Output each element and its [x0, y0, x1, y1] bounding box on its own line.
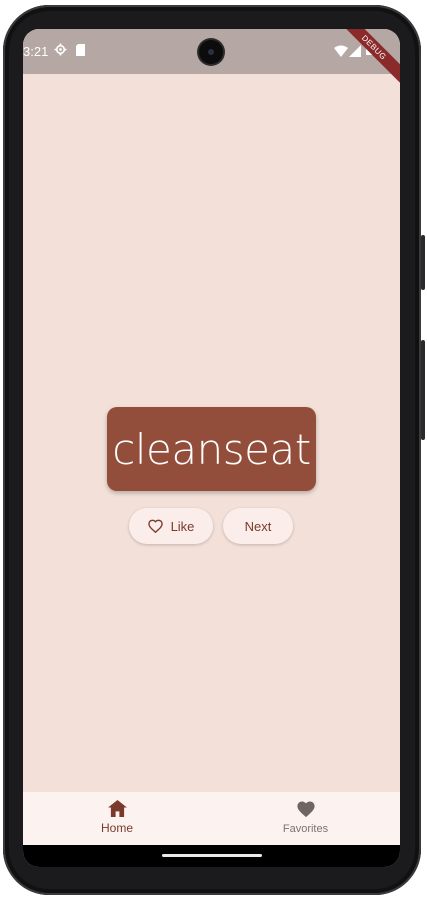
word-pair-text: cleanseat: [112, 424, 311, 474]
heart-icon: [296, 800, 316, 818]
signal-icon: [349, 44, 361, 62]
bottom-navigation-bar: Home Favorites: [23, 792, 400, 845]
volume-button: [421, 235, 425, 290]
sim-card-icon: [75, 43, 86, 61]
heart-outline-icon: [147, 519, 171, 533]
next-button[interactable]: Next: [223, 508, 293, 544]
gesture-navigation-area: [23, 845, 400, 867]
settings-icon: [54, 43, 67, 61]
like-button-label: Like: [170, 518, 195, 534]
home-gesture-bar[interactable]: [162, 854, 262, 857]
home-icon: [107, 800, 127, 818]
nav-label-home: Home: [100, 821, 133, 835]
app-screen: 3:21 DEBUG cleanseat Like Next Home Favo…: [23, 29, 400, 867]
nav-label-favorites: Favorites: [282, 823, 329, 835]
like-button[interactable]: Like: [129, 508, 213, 544]
status-time: 3:21: [23, 44, 49, 59]
power-button: [421, 340, 425, 440]
front-camera: [199, 40, 223, 64]
word-pair-card: cleanseat: [107, 407, 316, 491]
nav-item-favorites[interactable]: Favorites: [211, 792, 400, 845]
status-bar: 3:21 DEBUG: [23, 29, 400, 88]
wifi-icon: [334, 44, 348, 62]
next-button-label: Next: [244, 518, 272, 534]
nav-item-home[interactable]: Home: [23, 792, 211, 845]
